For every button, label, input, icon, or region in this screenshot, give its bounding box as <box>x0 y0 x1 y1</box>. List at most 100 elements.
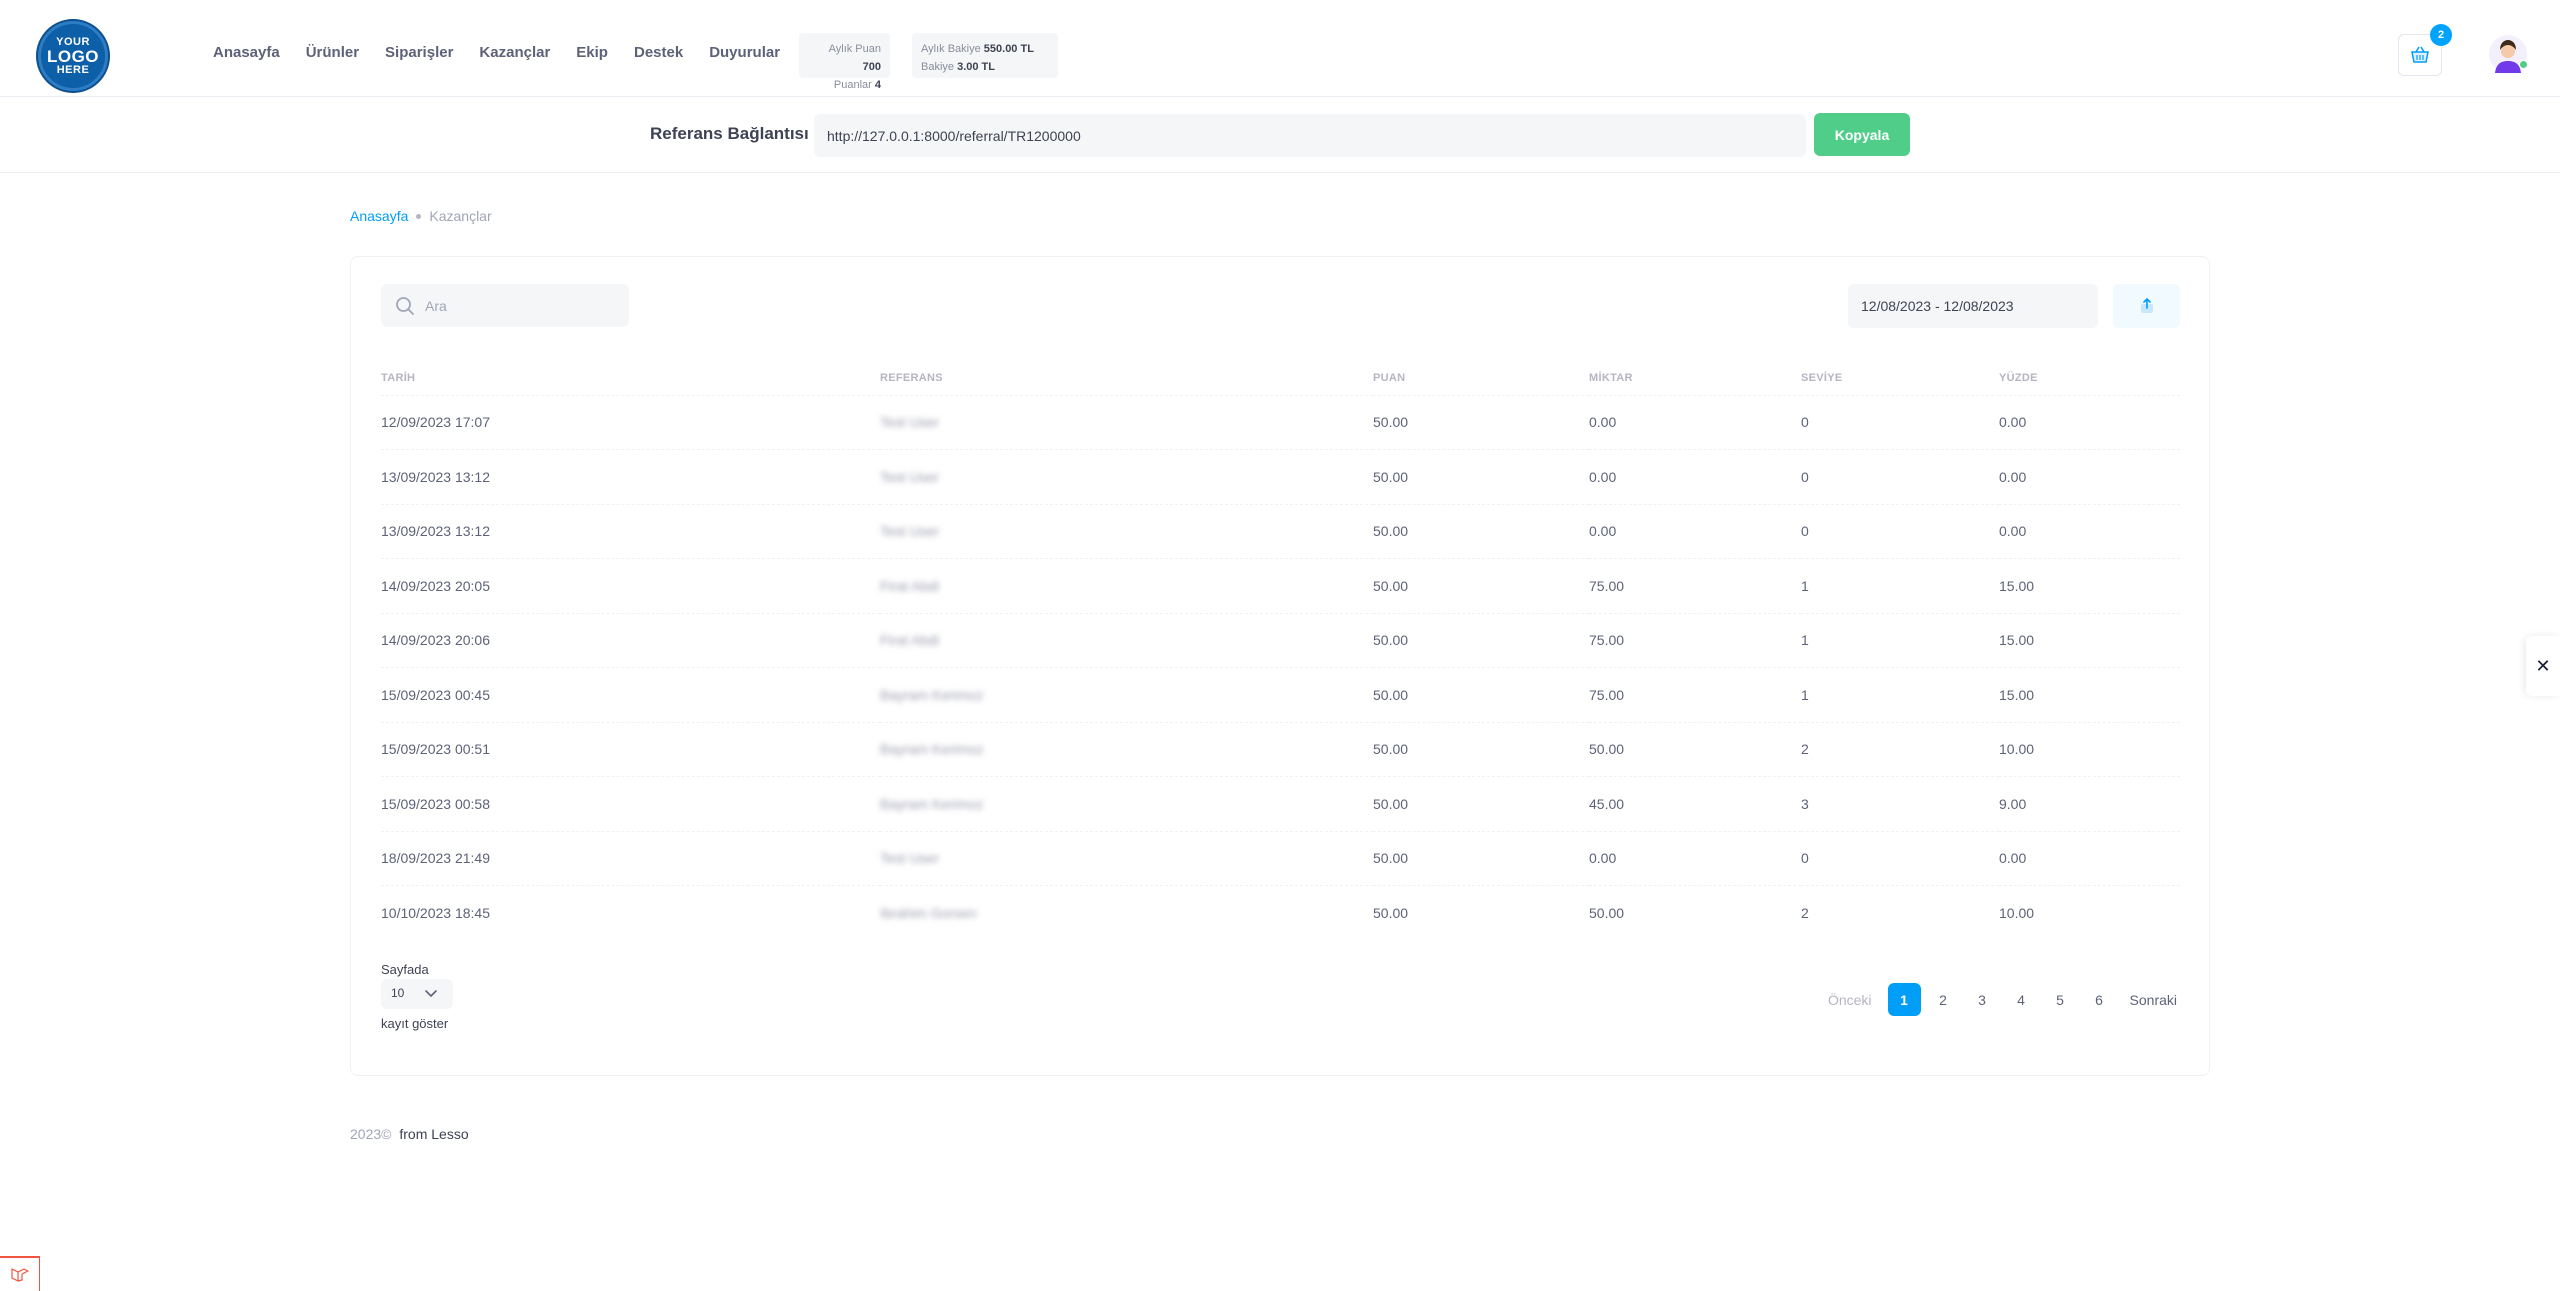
column-header-amount[interactable]: MİKTAR <box>1589 362 1801 396</box>
table-row: 13/09/2023 13:12 Test User 50.00 0.00 0 … <box>381 504 2180 559</box>
breadcrumb-home-link[interactable]: Anasayfa <box>350 208 408 224</box>
footer: 2023© from Lesso <box>350 1126 469 1142</box>
cell-points: 50.00 <box>1373 558 1589 614</box>
logo-line-3: HERE <box>56 63 90 76</box>
logo-line-1: YOUR <box>56 35 90 48</box>
column-header-percent[interactable]: YÜZDE <box>1999 362 2180 396</box>
cell-amount: 50.00 <box>1589 905 1625 921</box>
nav-item-kazanclar[interactable]: Kazançlar <box>479 44 550 61</box>
cell-amount: 0.00 <box>1589 449 1801 505</box>
balance-label: Bakiye <box>921 61 955 73</box>
debugbar-toggle[interactable] <box>0 1256 40 1291</box>
cell-date: 13/09/2023 13:12 <box>381 449 880 505</box>
nav-item-siparisler[interactable]: Siparişler <box>385 44 453 61</box>
brand-logo[interactable]: YOUR LOGO HERE <box>38 21 108 91</box>
nav-item-destek[interactable]: Destek <box>634 44 683 61</box>
cell-points: 50.00 <box>1373 667 1589 723</box>
export-icon <box>2140 298 2153 313</box>
pagination-page-2[interactable]: 2 <box>1927 983 1960 1016</box>
column-header-referral[interactable]: REFERANS <box>880 362 1373 396</box>
referral-link-input[interactable] <box>814 114 1806 157</box>
cell-date: 10/10/2023 18:45 <box>381 905 490 921</box>
cell-amount: 75.00 <box>1589 667 1801 723</box>
cell-level: 1 <box>1801 613 1999 668</box>
cell-referral: Test User <box>880 449 1373 505</box>
nav-item-urunler[interactable]: Ürünler <box>306 44 359 61</box>
date-range-picker[interactable]: 12/08/2023 - 12/08/2023 <box>1848 284 2098 328</box>
cell-percent: 15.00 <box>1999 613 2180 668</box>
cell-date: 15/09/2023 00:45 <box>381 667 880 723</box>
search-input[interactable] <box>425 284 621 327</box>
cell-date: 14/09/2023 20:05 <box>381 558 880 614</box>
cell-percent: 0.00 <box>1999 449 2180 505</box>
pagination-page-6[interactable]: 6 <box>2083 983 2116 1016</box>
referral-label: Referans Bağlantısı <box>650 124 809 143</box>
pagination-prev[interactable]: Önceki <box>1818 983 1882 1016</box>
column-header-points[interactable]: PUAN <box>1373 362 1589 396</box>
cell-points: 50.00 <box>1373 905 1409 921</box>
cell-level: 1 <box>1801 667 1999 723</box>
points-label: Puanlar <box>833 79 872 91</box>
cell-points: 50.00 <box>1373 722 1589 777</box>
cell-percent: 0.00 <box>1999 504 2180 559</box>
basket-icon <box>2411 46 2429 63</box>
per-page-suffix: kayıt göster <box>381 1016 449 1031</box>
pagination-page-3[interactable]: 3 <box>1966 983 1999 1016</box>
pagination-next[interactable]: Sonraki <box>2122 983 2179 1016</box>
table-header-row: TARİH REFERANS PUAN MİKTAR SEVİYE YÜZDE <box>381 362 2180 396</box>
cell-level: 2 <box>1801 722 1999 777</box>
export-button[interactable] <box>2113 284 2180 328</box>
pagination-page-1[interactable]: 1 <box>1887 983 1921 1016</box>
per-page-label: Sayfada <box>381 962 429 977</box>
cart-count-badge: 2 <box>2430 24 2452 46</box>
main-nav: Anasayfa Ürünler Siparişler Kazançlar Ek… <box>213 44 806 61</box>
earnings-table: TARİH REFERANS PUAN MİKTAR SEVİYE YÜZDE … <box>381 362 2180 940</box>
cell-percent: 15.00 <box>1999 667 2180 723</box>
cell-level: 1 <box>1801 558 1999 614</box>
footer-credit-link[interactable]: from Lesso <box>399 1126 468 1142</box>
cell-date: 14/09/2023 20:06 <box>381 613 880 668</box>
cell-amount: 0.00 <box>1589 831 1801 886</box>
cell-percent: 0.00 <box>1999 831 2180 886</box>
cell-amount: 75.00 <box>1589 613 1801 668</box>
logo-line-2: LOGO <box>46 46 100 66</box>
table-row: 15/09/2023 00:51 Bayram Kerimoz 50.00 50… <box>381 722 2180 777</box>
cell-amount: 50.00 <box>1589 722 1801 777</box>
cell-level: 0 <box>1801 831 1999 886</box>
pagination-page-5[interactable]: 5 <box>2044 983 2077 1016</box>
side-panel-close-button[interactable]: ✕ <box>2526 636 2560 696</box>
pagination-page-4[interactable]: 4 <box>2005 983 2038 1016</box>
cell-referral: Bayram Kerimoz <box>880 667 1373 723</box>
cell-points: 50.00 <box>1373 449 1589 505</box>
chevron-down-icon <box>425 990 437 998</box>
online-status-dot <box>2519 60 2528 69</box>
cell-referral: Bayram Kerimoz <box>880 722 1373 777</box>
nav-item-anasayfa[interactable]: Anasayfa <box>213 44 280 61</box>
nav-item-duyurular[interactable]: Duyurular <box>709 44 780 61</box>
table-row: 12/09/2023 17:07 Test User 50.00 0.00 0 … <box>381 395 2180 450</box>
table-row: 13/09/2023 13:12 Test User 50.00 0.00 0 … <box>381 449 2180 505</box>
cell-amount: 0.00 <box>1589 395 1801 450</box>
cell-level: 3 <box>1801 776 1999 832</box>
table-row: 18/09/2023 21:49 Test User 50.00 0.00 0 … <box>381 831 2180 886</box>
column-header-date[interactable]: TARİH <box>381 362 880 396</box>
per-page-value: 10 <box>391 986 405 1000</box>
search-box <box>381 284 629 327</box>
monthly-points-label: Aylık Puan <box>828 43 881 55</box>
cell-points: 50.00 <box>1373 831 1589 886</box>
table-row: 10/10/2023 18:45 Ibrahim Gorsen 50.00 50… <box>381 886 2180 941</box>
points-stat-box: Aylık Puan 700 Puanlar 4 <box>799 33 890 91</box>
breadcrumb-separator <box>416 213 422 219</box>
table-row: 15/09/2023 00:58 Bayram Kerimoz 50.00 45… <box>381 776 2180 832</box>
cell-referral: Firat Abdi <box>880 613 1373 668</box>
breadcrumb-current: Kazançlar <box>429 208 492 224</box>
per-page-select[interactable]: 10 <box>381 979 453 1009</box>
cell-points: 50.00 <box>1373 776 1589 832</box>
cell-referral: Ibrahim Gorsen <box>880 905 977 921</box>
cell-date: 13/09/2023 13:12 <box>381 504 880 559</box>
nav-item-ekip[interactable]: Ekip <box>576 44 608 61</box>
copy-button[interactable]: Kopyala <box>1814 113 1910 156</box>
column-header-level[interactable]: SEVİYE <box>1801 362 1999 396</box>
cell-date: 15/09/2023 00:51 <box>381 722 880 777</box>
monthly-points-value: 700 <box>862 61 881 73</box>
